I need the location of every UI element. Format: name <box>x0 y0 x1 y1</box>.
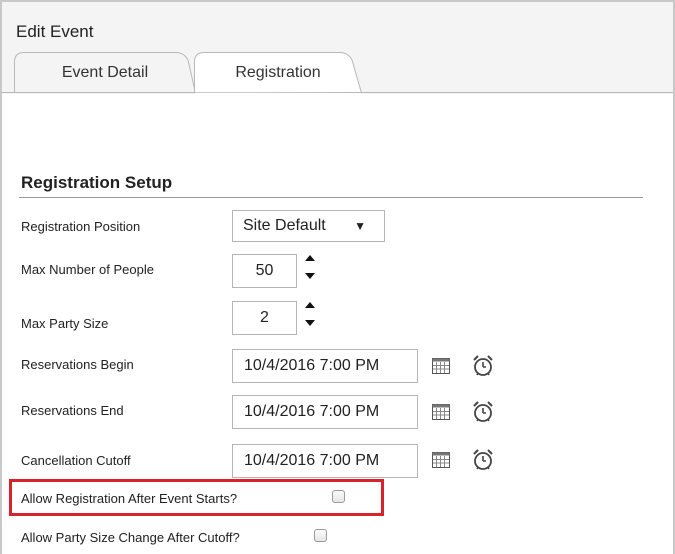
decrement-arrow-icon[interactable] <box>303 317 317 329</box>
allow-after-start-label: Allow Registration After Event Starts? <box>21 491 238 506</box>
allow-party-change-label: Allow Party Size Change After Cutoff? <box>21 530 240 545</box>
max-people-input[interactable]: 50 <box>232 254 297 288</box>
decrement-arrow-icon[interactable] <box>303 270 317 282</box>
increment-arrow-icon[interactable] <box>303 299 317 311</box>
clock-icon[interactable] <box>471 448 495 472</box>
chevron-down-icon: ▼ <box>354 219 366 233</box>
window-title: Edit Event <box>16 22 94 41</box>
reservations-end-label: Reservations End <box>21 403 124 418</box>
calendar-icon[interactable] <box>432 358 450 374</box>
tab-event-detail-label: Event Detail <box>61 64 149 81</box>
max-party-input[interactable]: 2 <box>232 301 297 335</box>
max-party-stepper[interactable] <box>303 299 317 333</box>
reservations-end-input[interactable]: 10/4/2016 7:00 PM <box>232 395 418 429</box>
registration-position-select[interactable]: Site Default ▼ <box>232 210 385 242</box>
section-title: Registration Setup <box>21 173 173 192</box>
clock-icon[interactable] <box>471 400 495 424</box>
tab-event-detail[interactable]: Event Detail <box>14 52 196 93</box>
registration-position-label: Registration Position <box>21 219 141 234</box>
clock-icon[interactable] <box>471 354 495 378</box>
calendar-icon[interactable] <box>432 452 450 468</box>
max-party-label: Max Party Size <box>21 316 109 331</box>
calendar-icon[interactable] <box>432 404 450 420</box>
cancellation-cutoff-input[interactable]: 10/4/2016 7:00 PM <box>232 444 418 478</box>
tab-registration-label: Registration <box>235 64 321 81</box>
increment-arrow-icon[interactable] <box>303 252 317 264</box>
reservations-begin-label: Reservations Begin <box>21 357 134 372</box>
allow-after-start-checkbox[interactable] <box>332 490 345 503</box>
max-people-label: Max Number of People <box>21 262 154 277</box>
tab-registration[interactable]: Registration <box>194 52 362 94</box>
tab-strip-baseline <box>2 92 673 93</box>
max-people-stepper[interactable] <box>303 252 317 286</box>
allow-party-change-checkbox[interactable] <box>314 529 327 542</box>
registration-position-value: Site Default <box>243 217 326 234</box>
section-divider <box>19 197 643 198</box>
reservations-begin-input[interactable]: 10/4/2016 7:00 PM <box>232 349 418 383</box>
cancellation-cutoff-label: Cancellation Cutoff <box>21 453 131 468</box>
